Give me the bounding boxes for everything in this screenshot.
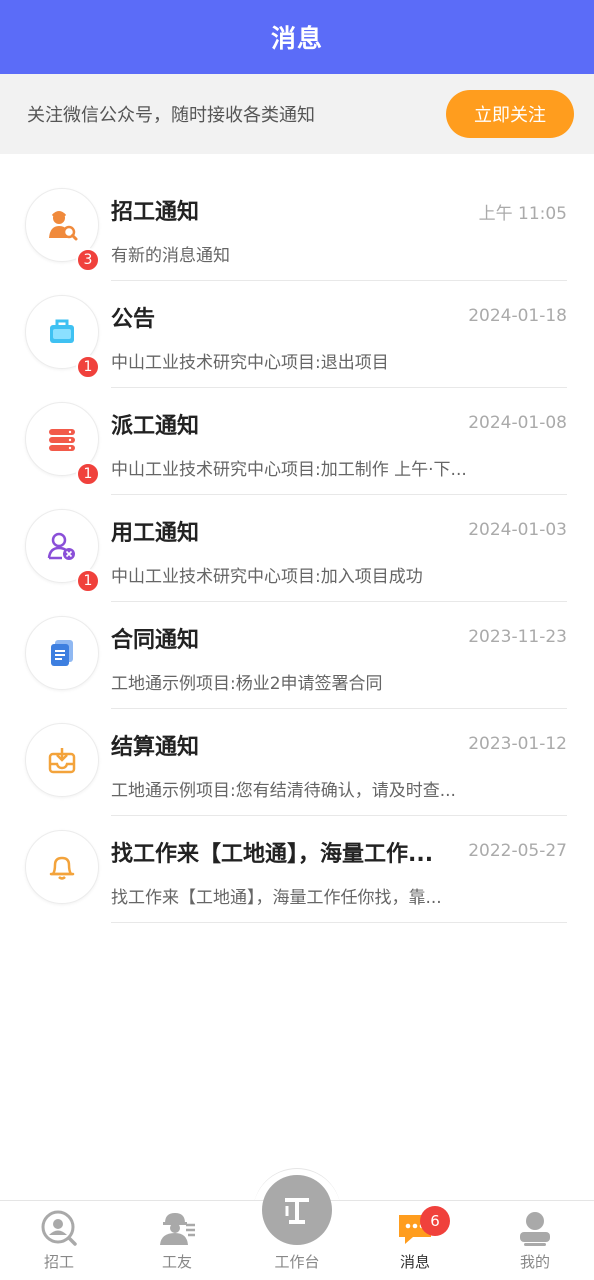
bell-icon <box>49 856 75 880</box>
inbox-download-icon <box>48 748 76 774</box>
message-item-promotion[interactable]: 找工作来【工地通】，海量工作... 2022-05-27 找工作来【工地通】，海… <box>0 796 594 923</box>
message-time: 上午 11:05 <box>478 204 567 224</box>
contract-avatar <box>25 616 99 690</box>
message-preview: 找工作来【工地通】，海量工作任你找，靠... <box>111 888 442 908</box>
message-item-employment[interactable]: 1 用工通知 2024-01-03 中山工业技术研究中心项目:加入项目成功 <box>0 462 594 602</box>
profile-icon <box>520 1212 550 1246</box>
tab-messages[interactable]: 消息 <box>356 1201 474 1280</box>
worker-search-icon <box>49 211 78 241</box>
tab-label: 招工 <box>43 1253 74 1271</box>
tab-coworker[interactable]: 工友 <box>118 1201 236 1280</box>
page-title: 消息 <box>270 24 323 53</box>
message-time: 2024-01-08 <box>468 413 567 433</box>
message-count-badge: 6 <box>420 1206 450 1236</box>
unread-badge: 1 <box>76 569 100 593</box>
message-title: 公告 <box>111 307 156 332</box>
divider <box>111 922 567 923</box>
server-stack-icon <box>49 429 75 451</box>
unread-badge: 3 <box>76 248 100 272</box>
message-item-announcement[interactable]: 3 公告 2024-01-18 中山工业技术研究中心项目:退出项目 <box>0 248 594 388</box>
tab-label: 工友 <box>161 1253 192 1271</box>
message-time: 2023-01-12 <box>468 734 567 754</box>
app-header: 消息 <box>0 0 594 74</box>
message-item-contract[interactable]: 1 合同通知 2023-11-23 工地通示例项目:杨业2申请签署合同 <box>0 569 594 709</box>
settlement-avatar <box>25 723 99 797</box>
message-title: 派工通知 <box>111 414 200 439</box>
message-title: 招工通知 <box>111 200 200 225</box>
follow-button[interactable]: 立即关注 <box>446 90 574 138</box>
user-remove-icon <box>47 532 75 560</box>
message-item-recruit[interactable]: 招工通知 上午 11:05 有新的消息通知 <box>0 154 594 281</box>
message-title: 合同通知 <box>111 628 200 653</box>
tab-label: 消息 <box>399 1253 430 1271</box>
message-title: 用工通知 <box>111 521 200 546</box>
workbench-button[interactable] <box>262 1175 332 1245</box>
tab-recruit[interactable]: 招工 <box>0 1201 118 1280</box>
wechat-follow-text: 关注微信公众号，随时接收各类通知 <box>27 105 315 126</box>
document-stack-icon <box>51 640 73 666</box>
tab-label: 工作台 <box>274 1253 320 1271</box>
message-time: 2024-01-18 <box>468 306 567 326</box>
message-time: 2023-11-23 <box>468 627 567 647</box>
message-title: 找工作来【工地通】，海量工作... <box>111 842 434 867</box>
unread-badge: 1 <box>76 462 100 486</box>
briefcase-icon <box>50 319 74 343</box>
tab-label: 我的 <box>519 1253 550 1271</box>
coworker-icon <box>160 1213 195 1245</box>
workbench-icon <box>285 1198 309 1224</box>
message-item-dispatch[interactable]: 1 派工通知 2024-01-08 中山工业技术研究中心项目:加工制作 上午·下… <box>0 355 594 495</box>
message-list: 招工通知 上午 11:05 有新的消息通知 3 公告 2024-01-18 中山… <box>0 154 594 923</box>
message-title: 结算通知 <box>111 735 200 760</box>
recruit-icon <box>41 1210 77 1246</box>
tab-profile[interactable]: 我的 <box>476 1201 594 1280</box>
wechat-follow-banner: 关注微信公众号，随时接收各类通知 立即关注 <box>0 74 594 154</box>
unread-badge: 1 <box>76 355 100 379</box>
promotion-avatar <box>25 830 99 904</box>
message-time: 2022-05-27 <box>468 841 567 861</box>
message-item-settlement[interactable]: 结算通知 2023-01-12 工地通示例项目:您有结清待确认，请及时查... <box>0 689 594 816</box>
message-time: 2024-01-03 <box>468 520 567 540</box>
